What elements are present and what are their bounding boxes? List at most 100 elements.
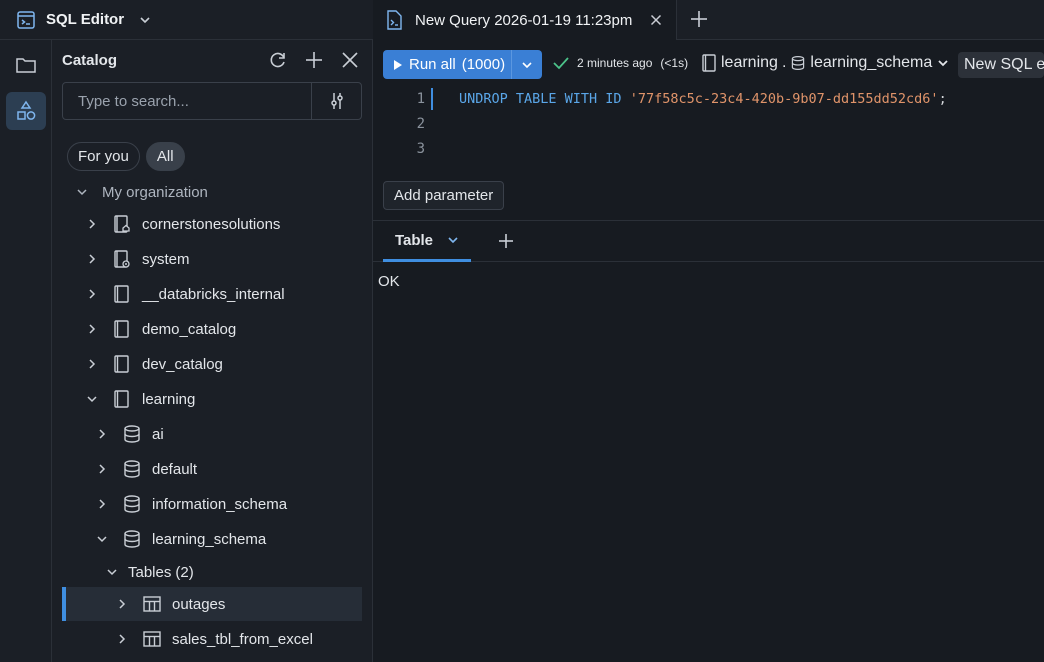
tree-catalog-expanded[interactable]: learning [62,382,362,416]
tree-schema[interactable]: ai [62,417,362,451]
chevron-right-icon[interactable] [94,428,110,440]
play-icon [393,59,403,71]
code-editor[interactable]: 1 2 3 UNDROP TABLE WITH ID '77f58c5c-23c… [373,86,1044,176]
query-tab-label: New Query 2026-01-19 11:23pm [415,11,633,29]
app-title-bar[interactable]: SQL Editor [0,0,373,40]
chevron-down-icon[interactable] [104,566,120,578]
run-status: 2 minutes ago (<1s) [553,56,688,70]
catalog-system-icon [112,249,132,269]
tree-schema[interactable]: information_schema [62,487,362,521]
plus-icon[interactable] [304,50,324,70]
context-catalog: learning [721,54,778,71]
tree-catalog[interactable]: system [62,242,362,276]
chevron-right-icon[interactable] [84,358,100,370]
query-tab-bar: New Query 2026-01-19 11:23pm [373,0,1044,40]
tables-group-label: Tables [128,563,172,581]
tree-tables-group[interactable]: Tables (2) [62,555,362,589]
tree-schema[interactable]: default [62,452,362,486]
tree-schema-expanded[interactable]: learning_schema [62,522,362,556]
workspace-browser-button[interactable] [6,46,46,84]
table-icon [142,629,162,649]
tree-catalog[interactable]: __databricks_internal [62,277,362,311]
table-name: outages [172,595,226,613]
catalog-icon [701,53,717,73]
schema-name: default [152,460,198,478]
tree-catalog[interactable]: demo_catalog [62,312,362,346]
line-number: 1 [416,91,425,107]
database-icon [122,494,142,514]
catalog-name: learning [142,390,196,408]
chevron-right-icon[interactable] [94,498,110,510]
chevron-right-icon[interactable] [84,323,100,335]
active-line-indicator [431,88,433,110]
tree-table[interactable]: sales_tbl_from_excel [62,622,362,656]
pill-for-you[interactable]: For you [67,142,140,171]
tree-org[interactable]: My organization [62,175,362,209]
results-tab-table[interactable]: Table [383,221,471,262]
close-icon[interactable] [340,50,360,70]
left-rail [0,40,52,662]
query-tab[interactable]: New Query 2026-01-19 11:23pm [373,0,677,40]
tree-catalog[interactable]: cornerstonesolutions [62,207,362,241]
catalog-name: cornerstonesolutions [142,215,281,233]
line-number: 3 [416,141,425,157]
query-file-icon [385,10,403,30]
filter-button[interactable] [311,83,361,119]
status-duration: (<1s) [660,56,689,70]
schema-name: ai [152,425,164,443]
context-separator: . [781,54,787,71]
schema-name: learning_schema [152,530,267,548]
tree-table-selected[interactable]: outages [62,587,362,621]
new-tab-plus-icon[interactable] [689,9,709,29]
results-tab-label: Table [394,231,434,249]
chevron-right-icon[interactable] [84,288,100,300]
status-text: 2 minutes ago [577,56,653,70]
run-all-button[interactable]: Run all (1000) [383,50,542,79]
catalog-icon [112,319,132,339]
catalog-home-icon [112,214,132,234]
chevron-right-icon[interactable] [84,253,100,265]
catalog-search [62,82,362,120]
run-options-dropdown[interactable] [511,50,542,79]
add-parameter-button[interactable]: Add parameter [383,181,505,210]
tree-catalog[interactable]: dev_catalog [62,347,362,381]
catalog-panel: Catalog For you All My organization [52,40,373,662]
catalog-title: Catalog [62,52,118,69]
code-line-1[interactable]: UNDROP TABLE WITH ID '77f58c5c-23c4-420b… [459,91,947,107]
catalog-name: dev_catalog [142,355,223,373]
catalog-name: system [142,250,190,268]
chevron-down-icon [936,56,950,70]
app-title: SQL Editor [46,11,125,28]
chevron-down-icon[interactable] [447,234,459,246]
catalog-browser-button[interactable] [6,92,46,130]
run-all-main[interactable]: Run all (1000) [383,56,511,73]
run-label: Run all [409,56,456,73]
chevron-right-icon[interactable] [114,598,130,610]
run-limit: (1000) [461,56,506,73]
context-schema: learning_schema [810,54,933,71]
editor-toolbar: Run all (1000) 2 minutes ago (<1s) learn… [373,40,1044,86]
add-visualization-plus-icon[interactable] [497,232,515,250]
chevron-down-icon[interactable] [74,186,90,198]
search-input[interactable] [63,83,311,119]
pill-all[interactable]: All [145,142,185,171]
context-selector[interactable]: learning . learning_schema [701,53,950,73]
refresh-icon[interactable] [268,50,288,70]
chevron-right-icon[interactable] [94,463,110,475]
folder-icon [15,55,37,75]
close-tab-icon[interactable] [650,14,662,26]
chevron-down-icon[interactable] [84,393,100,405]
catalog-icon [112,284,132,304]
tables-group-count: (2) [175,563,194,581]
result-output: OK [378,273,400,290]
database-icon [122,459,142,479]
chevron-down-icon[interactable] [94,533,110,545]
chevron-down-icon [521,59,533,71]
schema-name: information_schema [152,495,288,513]
new-sql-editor-button[interactable]: New SQL editor [958,52,1044,78]
database-icon [790,54,806,72]
chevron-down-icon[interactable] [138,13,152,27]
org-label: My organization [102,183,208,201]
chevron-right-icon[interactable] [84,218,100,230]
chevron-right-icon[interactable] [114,633,130,645]
